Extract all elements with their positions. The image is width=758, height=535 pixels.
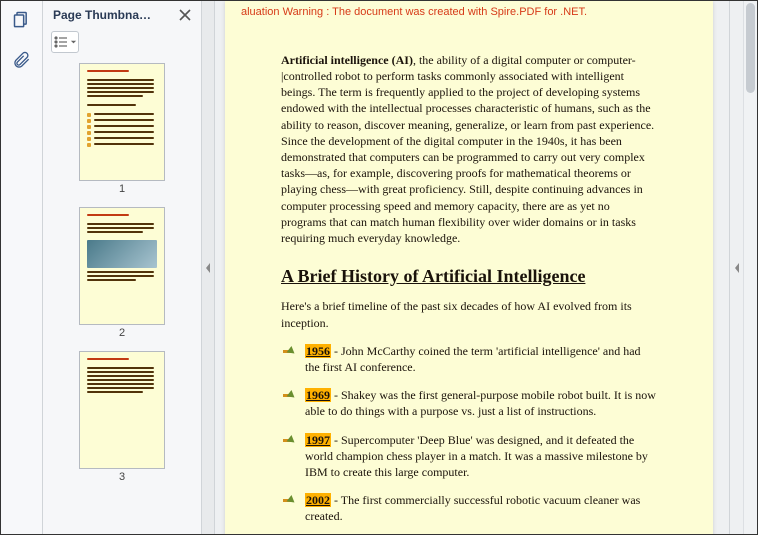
intro-paragraph: Artificial intelligence (AI), the abilit… [281, 52, 657, 246]
timeline-list: 1956 - John McCarthy coined the term 'ar… [281, 343, 657, 534]
bullet-icon [281, 388, 295, 402]
viewer-scroll[interactable]: aluation Warning : The document was crea… [215, 1, 729, 534]
section-heading: A Brief History of Artificial Intelligen… [281, 264, 657, 288]
thumb-label: 1 [79, 183, 165, 195]
bullet-icon [281, 433, 295, 447]
left-icon-bar [1, 1, 43, 534]
thumb-label: 2 [79, 327, 165, 339]
timeline-item: 2002 - The first commercially successful… [281, 492, 657, 524]
vertical-scrollbar[interactable] [743, 1, 757, 534]
thumbnails-panel: Page Thumbna… [43, 1, 201, 534]
thumb-options-button[interactable] [51, 31, 79, 53]
thumbnails-icon[interactable] [11, 9, 33, 31]
close-icon[interactable] [177, 7, 193, 23]
page-thumbnail-2[interactable] [79, 207, 165, 325]
timeline-item: 1997 - Supercomputer 'Deep Blue' was des… [281, 432, 657, 481]
attachments-icon[interactable] [11, 49, 33, 71]
scrollbar-thumb[interactable] [746, 3, 755, 93]
thumbnail-list[interactable]: 1 2 [43, 59, 201, 534]
panel-title: Page Thumbna… [53, 8, 151, 22]
thumb-label: 3 [79, 471, 165, 483]
thumbnail-toolbar [43, 27, 201, 59]
evaluation-warning: aluation Warning : The document was crea… [241, 5, 657, 20]
bullet-icon [281, 344, 295, 358]
bullet-icon [281, 493, 295, 507]
timeline-item: 1956 - John McCarthy coined the term 'ar… [281, 343, 657, 375]
collapse-right-handle[interactable] [729, 1, 743, 534]
collapse-left-handle[interactable] [201, 1, 215, 534]
timeline-item: 1969 - Shakey was the first general-purp… [281, 387, 657, 419]
page-thumbnail-3[interactable] [79, 351, 165, 469]
document-page: aluation Warning : The document was crea… [225, 1, 713, 534]
section-subtext: Here's a brief timeline of the past six … [281, 298, 657, 330]
intro-rest: , the ability of a digital computer or c… [281, 53, 654, 245]
document-viewer: aluation Warning : The document was crea… [215, 1, 729, 534]
page-thumbnail-1[interactable] [79, 63, 165, 181]
